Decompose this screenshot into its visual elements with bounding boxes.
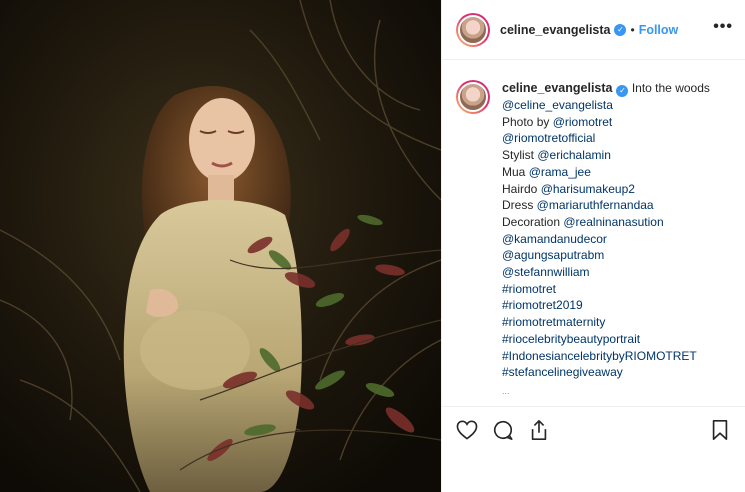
caption-line: @kamandanudecor [502, 231, 710, 248]
follow-button[interactable]: Follow [639, 23, 679, 37]
caption-line-prefix: Mua [502, 164, 529, 179]
hashtag-link[interactable]: #riomotretmaternity [502, 315, 605, 329]
mention-link[interactable]: @stefannwilliam [502, 265, 590, 279]
mention-link[interactable]: @mariaruthfernandaa [537, 198, 654, 212]
verified-badge-icon: ✓ [614, 23, 627, 36]
caption-first-line: celine_evangelista ✓ Into the woods [502, 80, 710, 97]
verified-badge-icon: ✓ [616, 85, 629, 97]
caption-line: Photo by @riomotret [502, 114, 710, 131]
caption-line: #IndonesiancelebritybyRIOMOTRET [502, 348, 710, 365]
caption-line-prefix: Decoration [502, 214, 564, 229]
separator-dot: • [630, 22, 635, 37]
mention-link[interactable]: @riomotret [553, 115, 613, 129]
caption-line: #riomotret2019 [502, 297, 710, 314]
caption-line: #riomotret [502, 281, 710, 298]
post-photo-image [0, 0, 441, 492]
mention-link[interactable]: @kamandanudecor [502, 232, 607, 246]
avatar[interactable] [456, 12, 490, 47]
share-icon[interactable] [526, 417, 552, 443]
caption-line: @stefannwilliam [502, 264, 710, 281]
hashtag-link[interactable]: #riomotret [502, 282, 556, 296]
comment-icon[interactable] [490, 417, 516, 443]
post-header: celine_evangelista ✓ • Follow ••• [442, 0, 745, 60]
mention-link[interactable]: @erichalamin [537, 148, 611, 162]
caption-line: #stefancelinegiveaway [502, 364, 710, 381]
caption-line: Dress @mariaruthfernandaa [502, 197, 710, 214]
mention-link[interactable]: @rama_jee [529, 165, 591, 179]
mention-link[interactable]: @agungsaputrabm [502, 248, 604, 262]
mention-link[interactable]: @celine_evangelista [502, 98, 613, 112]
caption-avatar[interactable] [456, 80, 490, 114]
caption-line-prefix: Dress [502, 198, 537, 213]
hashtag-link[interactable]: #riocelebritybeautyportrait [502, 332, 640, 346]
hashtag-link[interactable]: #IndonesiancelebritybyRIOMOTRET [502, 349, 697, 363]
mention-link[interactable]: @riomotretofficial [502, 131, 595, 145]
instagram-post: celine_evangelista ✓ • Follow ••• celine… [0, 0, 745, 492]
caption-line-prefix: Stylist [502, 148, 538, 163]
bookmark-icon[interactable] [707, 417, 733, 443]
username-link[interactable]: celine_evangelista [500, 23, 610, 37]
caption-line: Decoration @realninanasution [502, 214, 710, 231]
caption-line: @celine_evangelista [502, 97, 710, 114]
caption-body: celine_evangelista ✓ Into the woods @celi… [502, 80, 710, 405]
caption-line-prefix: Photo by [502, 114, 553, 129]
heart-icon[interactable] [454, 417, 480, 443]
post-photo[interactable] [0, 0, 441, 492]
mention-link[interactable]: @realninanasution [563, 215, 663, 229]
caption-line: @agungsaputrabm [502, 247, 710, 264]
caption-line: Stylist @erichalamin [502, 147, 710, 164]
caption-line-prefix: Hairdo [502, 181, 541, 196]
hashtag-link[interactable]: #riomotret2019 [502, 298, 583, 312]
caption-username-link[interactable]: celine_evangelista [502, 81, 612, 95]
caption-line: Hairdo @harisumakeup2 [502, 181, 710, 198]
post-sidebar: celine_evangelista ✓ • Follow ••• celine… [441, 0, 745, 492]
mention-link[interactable]: @harisumakeup2 [541, 182, 635, 196]
post-caption: celine_evangelista ✓ Into the woods @celi… [442, 60, 745, 405]
caption-text: Into the woods [631, 81, 710, 95]
caption-more: ... [502, 385, 510, 396]
more-options-icon[interactable]: ••• [713, 18, 733, 36]
caption-line: #riomotretmaternity [502, 314, 710, 331]
caption-lines: @celine_evangelista Photo by @riomotret @r… [502, 97, 710, 381]
caption-line: #riocelebritybeautyportrait [502, 331, 710, 348]
action-bar [442, 406, 745, 452]
caption-line: Mua @rama_jee [502, 164, 710, 181]
hashtag-link[interactable]: #stefancelinegiveaway [502, 365, 623, 379]
caption-line: @riomotretofficial [502, 130, 710, 147]
